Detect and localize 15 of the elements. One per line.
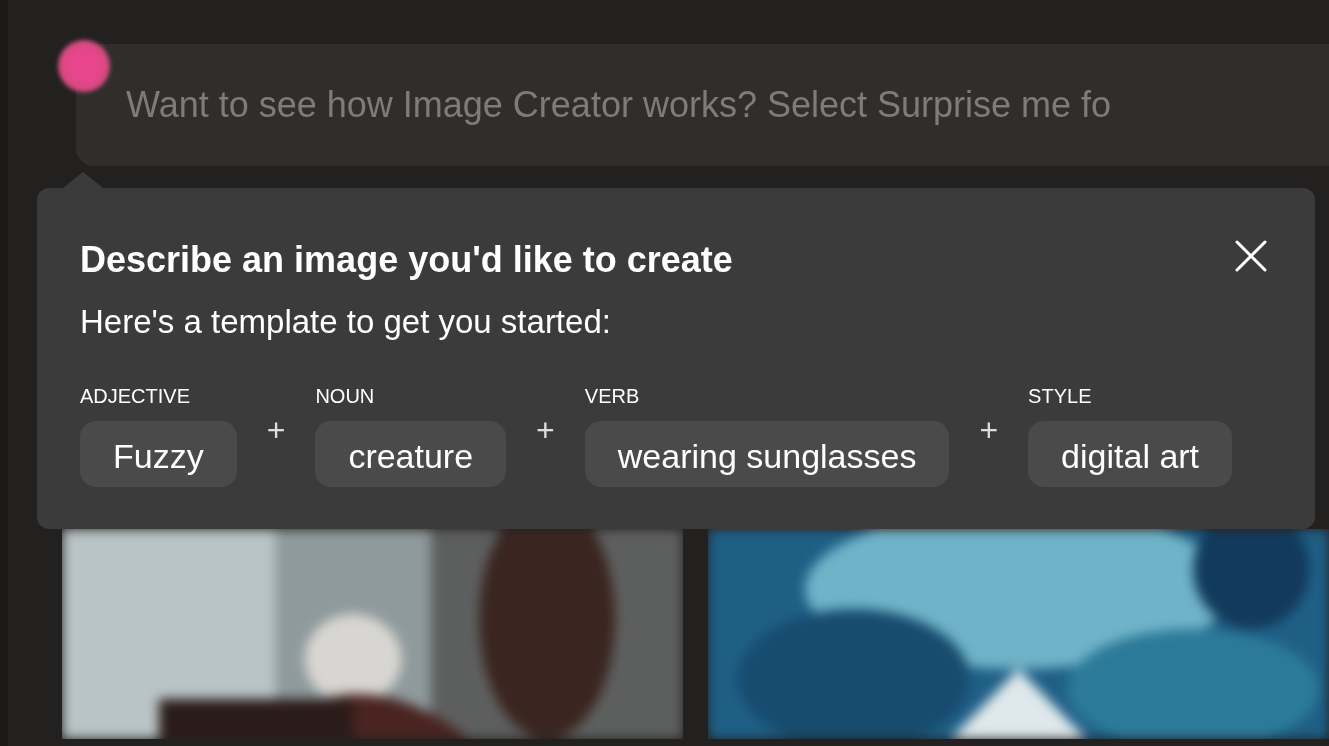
slot-label: VERB — [584, 383, 640, 409]
popover-subtitle: Here's a template to get you started: — [80, 302, 612, 343]
template-chip[interactable]: creature — [315, 420, 507, 487]
avatar-dot-icon — [58, 40, 110, 92]
plus-sign: + — [536, 410, 555, 450]
template-chip[interactable]: Fuzzy — [80, 420, 237, 487]
slot-label: ADJECTIVE — [80, 383, 191, 409]
template-chip[interactable]: digital art — [1028, 420, 1233, 487]
popover-title: Describe an image you'd like to create — [80, 238, 734, 282]
plus-sign: + — [979, 410, 999, 450]
slot-label: NOUN — [315, 383, 375, 409]
close-icon[interactable] — [1233, 238, 1269, 274]
slot-label: STYLE — [1028, 383, 1092, 409]
template-chip[interactable]: wearing sunglasses — [584, 420, 950, 487]
plus-sign: + — [266, 410, 286, 450]
